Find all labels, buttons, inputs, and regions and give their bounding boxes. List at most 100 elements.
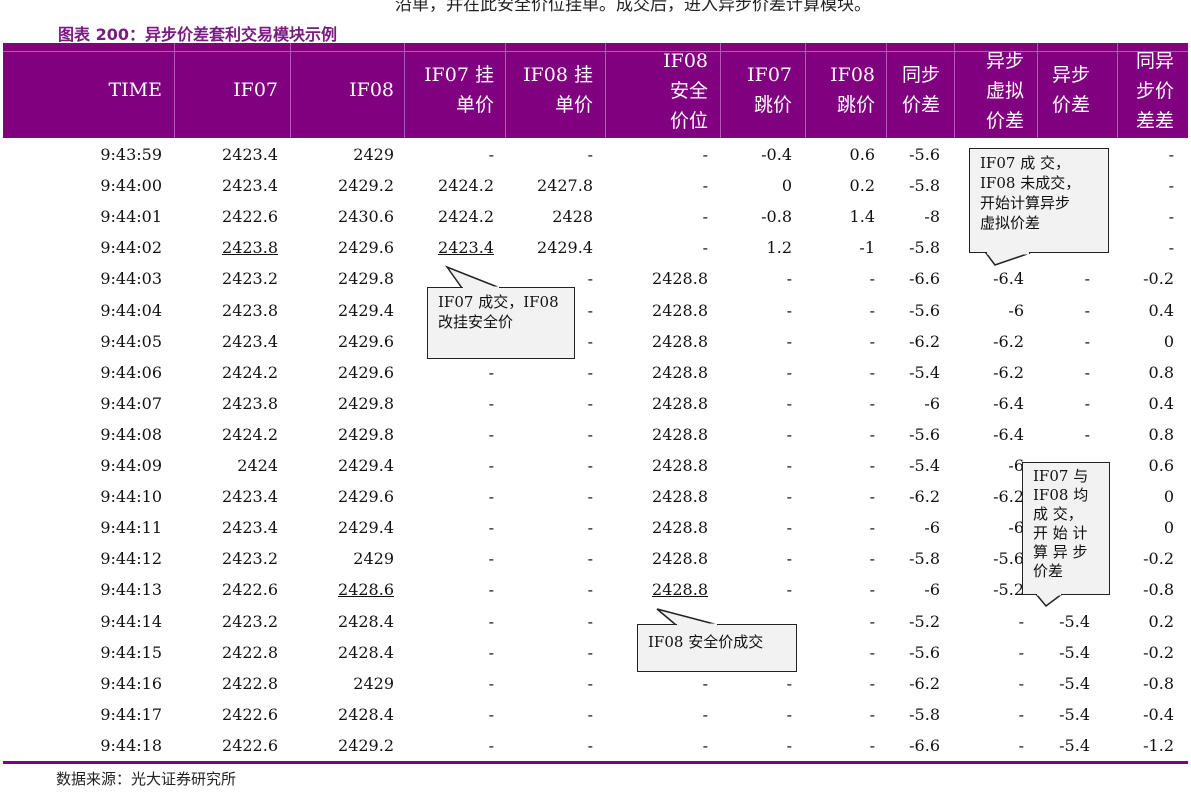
cell-async-spread: -5.4: [1059, 704, 1090, 724]
cell-spread-diff: -1.2: [1143, 735, 1174, 755]
cell-if07-tick: -: [786, 331, 792, 351]
cell-if08-tick: -: [869, 704, 875, 724]
cell-if07: 2422.6: [222, 735, 278, 755]
cell-if08-tick: -: [869, 456, 875, 475]
header-divider: [886, 43, 887, 138]
cell-async-virtual-spread: -6.4: [993, 424, 1024, 444]
cell-async-spread: -5.4: [1059, 735, 1090, 755]
cell-if08: 2429.6: [338, 362, 394, 382]
cell-spread-diff: -0.8: [1143, 580, 1174, 600]
figure-title: 图表 200：异步价差套利交易模块示例: [58, 25, 337, 44]
cell-async-virtual-spread: -: [1018, 611, 1024, 631]
header-async-spread: 异步 价差: [1052, 60, 1090, 120]
cell-if07-tick: -: [786, 456, 792, 475]
cell-async-virtual-spread: -5.2: [993, 580, 1024, 600]
cell-if08-tick: 1.4: [849, 207, 875, 227]
cell-if08-order: -: [587, 145, 593, 164]
cell-if08-tick: -1: [859, 238, 875, 258]
header-divider: [290, 43, 291, 138]
cell-if07-order: -: [488, 642, 494, 662]
header-divider: [1037, 43, 1038, 138]
header-line: 跳价: [753, 94, 792, 116]
table-row: 9:44:11 2423.4 2429.4- -2428.8- - -6 -6 0: [0, 512, 1191, 543]
header-line: 差差: [1135, 110, 1174, 132]
cell-async-virtual-spread: -5.6: [993, 549, 1024, 569]
header-if08-safe: IF08 安全 价位: [663, 46, 708, 136]
header-if07-tick: IF07 跳价: [747, 60, 792, 120]
cell-if08-order: -: [587, 580, 593, 600]
cell-time: 9:44:01: [100, 207, 162, 227]
cell-if07-tick: -: [786, 518, 792, 538]
cell-if08-order: -: [587, 424, 593, 444]
cell-if08-order: 2427.8: [537, 176, 593, 196]
callout-line: IF08 均: [1033, 486, 1089, 504]
cell-sync-spread: -5.8: [909, 549, 940, 569]
header-divider: [404, 43, 405, 138]
cell-sync-spread: -5.8: [909, 176, 940, 196]
header-line: 同异: [1135, 50, 1174, 72]
header-line: TIME: [108, 79, 162, 101]
header-spread-diff: 同异 步价 差差: [1136, 46, 1174, 136]
cell-spread-diff: -0.8: [1143, 673, 1174, 693]
cell-if07: 2424: [237, 456, 278, 475]
cell-if08: 2429.6: [338, 487, 394, 507]
cell-if07-order: -: [488, 673, 494, 693]
header-line: 单价: [554, 94, 593, 116]
table-row: 9:44:10 2423.4 2429.6 - - 2428.8 - - -6.2 -6.2 0: [0, 481, 1191, 512]
cell-time: 9:44:17: [100, 704, 162, 724]
cell-if08: 2429.4: [338, 456, 394, 475]
table-row: 9:44:14 2423.2 2428.4 - - - -5.2 - -5.4 0.2: [0, 606, 1191, 637]
cell-if07: 2423.2: [222, 611, 278, 631]
cell-spread-diff: 0.2: [1148, 611, 1174, 631]
cell-if08: 2429.6: [338, 331, 394, 351]
cell-sync-spread: -8: [924, 207, 940, 227]
header-line: 虚拟: [985, 80, 1024, 102]
cell-if07: 2423.8: [222, 238, 278, 258]
cell-async-virtual-spread: -: [1018, 642, 1024, 662]
cell-spread-diff: -0.2: [1143, 642, 1174, 662]
cell-if08-tick: -: [869, 300, 875, 320]
cell-if08-safe: 2428.8: [652, 518, 708, 538]
cell-if08: 2428.4: [338, 704, 394, 724]
cell-spread-diff: 0.4: [1148, 393, 1174, 413]
cell-time: 9:44:18: [100, 735, 162, 755]
cell-spread-diff: 0.8: [1148, 424, 1174, 444]
cell-if08: 2428.4: [338, 611, 394, 631]
header-divider: [720, 43, 721, 138]
cell-time: 9:44:12: [100, 549, 162, 569]
header-line: 异步: [1051, 64, 1090, 86]
cell-async-virtual-spread: -6.2: [993, 331, 1024, 351]
callout-line: 虚拟价差: [980, 214, 1041, 232]
callout-line: IF08 未成交，: [980, 174, 1081, 192]
cell-if08: 2429.4: [338, 300, 394, 320]
cell-if08: 2429.8: [338, 393, 394, 413]
cell-async-spread: -: [1084, 269, 1090, 289]
cell-async-virtual-spread: -6.4: [993, 269, 1024, 289]
cell-if07-order: -: [488, 704, 494, 724]
cell-if07-tick: -: [786, 673, 792, 693]
cell-time: 9:44:08: [100, 424, 162, 444]
cell-if08-safe: 2428.8: [652, 393, 708, 413]
cell-spread-diff: -: [1168, 145, 1174, 164]
cell-if07: 2424.2: [222, 424, 278, 444]
cell-async-virtual-spread: -: [1018, 735, 1024, 755]
cell-time: 9:44:05: [100, 331, 162, 351]
cell-time: 9:44:13: [100, 580, 162, 600]
cell-spread-diff: 0.8: [1148, 362, 1174, 382]
cell-if08-order: -: [587, 735, 593, 755]
cell-if08: 2429.6: [338, 238, 394, 258]
table-row: 9:44:04 2423.8 2429.4 - 2428.8 - - -5.6 -6 - 0.4: [0, 295, 1191, 326]
cell-if07-tick: -0.4: [761, 145, 792, 164]
table-row: 9:44:15 2422.8 2428.4 - - - -5.6 - -5.4 -0.2: [0, 637, 1191, 668]
header-line: 跳价: [836, 94, 875, 116]
cell-spread-diff: 0.4: [1148, 300, 1174, 320]
cell-if07-tick: -: [786, 704, 792, 724]
table-row: 9:44:09 2424 2429.4- -2428.8- - -5.4 -6 0.6: [0, 450, 1191, 481]
table-row: 9:44:05 2423.4 2429.6 - 2428.8 - - -6.2 -6.2 - 0: [0, 326, 1191, 357]
header-time: TIME: [108, 75, 162, 105]
cell-if07-tick: -: [786, 362, 792, 382]
cell-if08-order: -: [587, 518, 593, 538]
cell-if08-tick: -: [869, 487, 875, 507]
cell-if07-tick: -: [786, 735, 792, 755]
source-note: 数据来源：光大证券研究所: [56, 770, 237, 788]
